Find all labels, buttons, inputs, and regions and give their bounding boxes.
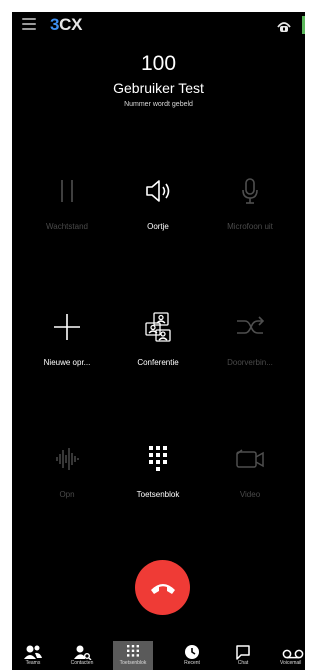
conference-label: Conferentie <box>137 358 179 367</box>
transfer-label: Doorverbin... <box>227 358 273 367</box>
hangup-icon <box>150 583 175 594</box>
top-bar: 3CX <box>12 12 305 38</box>
mute-button[interactable]: Microfoon uit <box>205 174 295 231</box>
presence-indicator <box>302 16 305 34</box>
hold-button[interactable]: Wachtstand <box>22 174 112 231</box>
keypad-icon <box>113 442 203 476</box>
pause-icon <box>22 174 112 208</box>
record-button[interactable]: Opn <box>22 442 112 499</box>
chat-icon <box>223 641 263 660</box>
video-button[interactable]: Video <box>205 442 295 499</box>
mute-label: Microfoon uit <box>227 222 273 231</box>
nav-voicemail[interactable]: Voicemail <box>274 641 305 670</box>
bottom-navigation: Teams Contacten Toetsenblok Recent Chat … <box>12 641 305 670</box>
nav-dialpad-label: Toetsenblok <box>119 660 147 666</box>
presence-status-icon[interactable] <box>275 16 293 34</box>
plus-icon <box>22 310 112 344</box>
speaker-icon <box>113 174 203 208</box>
record-label: Opn <box>59 490 75 499</box>
hangup-button[interactable] <box>135 560 190 615</box>
nav-recent[interactable]: Recent <box>172 641 212 670</box>
new-call-button[interactable]: Nieuwe opr... <box>22 310 112 367</box>
conference-icon <box>113 310 203 344</box>
nav-voicemail-label: Voicemail <box>280 660 302 666</box>
call-status: Nummer wordt gebeld <box>124 101 193 108</box>
nav-dialpad[interactable]: Toetsenblok <box>113 641 153 670</box>
transfer-button[interactable]: Doorverbin... <box>205 310 295 367</box>
nav-chat-label: Chat <box>237 660 249 666</box>
caller-name: Gebruiker Test <box>113 80 204 96</box>
speaker-button[interactable]: Oortje <box>113 174 203 231</box>
video-label: Video <box>239 490 261 499</box>
transfer-icon <box>205 310 295 344</box>
dialpad-icon <box>113 641 153 660</box>
nav-contacts[interactable]: Contacten <box>62 641 102 670</box>
nav-teams[interactable]: Teams <box>13 641 53 670</box>
app-logo: 3CX <box>50 15 83 34</box>
nav-chat[interactable]: Chat <box>223 641 263 670</box>
speaker-label: Oortje <box>147 222 169 231</box>
people-icon <box>13 641 53 660</box>
keypad-button[interactable]: Toetsenblok <box>113 442 203 499</box>
video-camera-icon <box>205 442 295 476</box>
nav-contacts-label: Contacten <box>70 660 94 666</box>
hamburger-menu-icon[interactable] <box>22 18 36 30</box>
hold-label: Wachtstand <box>46 222 88 231</box>
contacts-icon <box>62 641 102 660</box>
nav-teams-label: Teams <box>25 660 41 666</box>
caller-extension: 100 <box>140 52 177 75</box>
microphone-icon <box>205 174 295 208</box>
conference-button[interactable]: Conferentie <box>113 310 203 367</box>
voicemail-icon <box>274 641 305 660</box>
new-call-label: Nieuwe opr... <box>43 358 91 367</box>
nav-recent-label: Recent <box>184 660 200 666</box>
clock-icon <box>172 641 212 660</box>
record-waveform-icon <box>22 442 112 476</box>
keypad-label: Toetsenblok <box>136 490 180 499</box>
call-screen: 3CX 100 Gebruiker Test Nummer wordt gebe… <box>12 12 305 670</box>
